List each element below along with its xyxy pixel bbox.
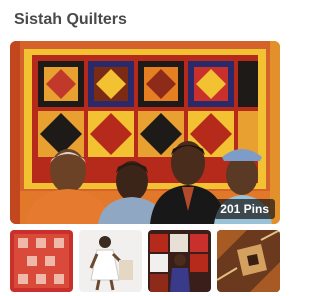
thumbnail-2[interactable] bbox=[79, 230, 142, 292]
thumbnail-red-quilt bbox=[10, 230, 73, 292]
thumbnail-white-dress-figure bbox=[79, 230, 142, 292]
thumbnail-3[interactable] bbox=[148, 230, 211, 292]
thumbnail-person-with-quilts bbox=[148, 230, 211, 292]
board-card[interactable]: Sistah Quilters 201 Pins bbox=[0, 0, 290, 296]
pin-count-badge: 201 Pins bbox=[214, 199, 275, 219]
thumbnail-4[interactable] bbox=[217, 230, 280, 292]
board-cover-image[interactable]: 201 Pins bbox=[10, 41, 280, 224]
board-title[interactable]: Sistah Quilters bbox=[14, 11, 127, 29]
thumbnail-1[interactable] bbox=[10, 230, 73, 292]
board-thumbnail-strip bbox=[10, 230, 280, 292]
thumbnail-brown-quilt bbox=[217, 230, 280, 292]
cover-photo-quilters bbox=[10, 41, 280, 224]
